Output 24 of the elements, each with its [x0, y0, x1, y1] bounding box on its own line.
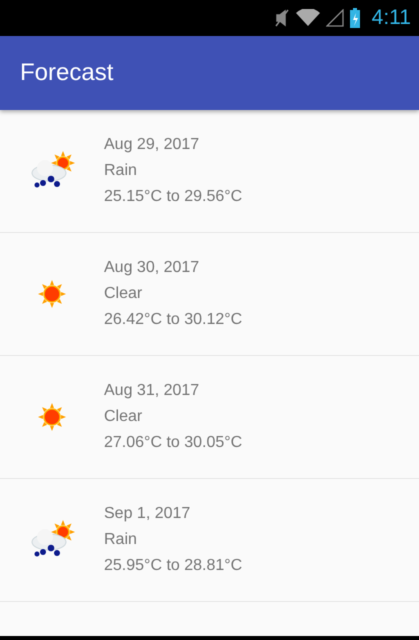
- signal-icon: [326, 9, 344, 27]
- battery-icon: [350, 8, 360, 28]
- app-title: Forecast: [20, 59, 114, 87]
- wifi-icon: [296, 9, 320, 27]
- forecast-condition: Clear: [104, 285, 144, 303]
- sun-icon: [36, 278, 68, 310]
- forecast-condition: Clear: [104, 408, 144, 426]
- forecast-date: Aug 29, 2017: [104, 136, 200, 154]
- forecast-date: Aug 30, 2017: [104, 259, 200, 277]
- forecast-temperature: 25.95°C to 28.81°C: [104, 557, 242, 575]
- forecast-temperature: 27.06°C to 30.05°C: [104, 434, 242, 452]
- forecast-row[interactable]: Aug 30, 2017 Clear 26.42°C to 30.12°C: [0, 233, 419, 356]
- forecast-row[interactable]: Sep 1, 2017 Rain 25.95°C to 28.81°C: [0, 479, 419, 602]
- forecast-row[interactable]: Aug 29, 2017 Rain 25.15°C to 29.56°C: [0, 110, 419, 233]
- forecast-date: Sep 1, 2017: [104, 505, 192, 523]
- sun-icon: [36, 401, 68, 433]
- forecast-temperature: 25.15°C to 29.56°C: [104, 188, 242, 206]
- forecast-row[interactable]: Aug 31, 2017 Clear 27.06°C to 30.05°C: [0, 356, 419, 479]
- forecast-condition: Rain: [104, 162, 138, 180]
- mute-icon: [274, 9, 290, 27]
- forecast-condition: Rain: [104, 531, 138, 549]
- status-time: 4:11: [372, 6, 411, 30]
- forecast-date: Aug 31, 2017: [104, 382, 200, 400]
- forecast-temperature: 26.42°C to 30.12°C: [104, 311, 242, 329]
